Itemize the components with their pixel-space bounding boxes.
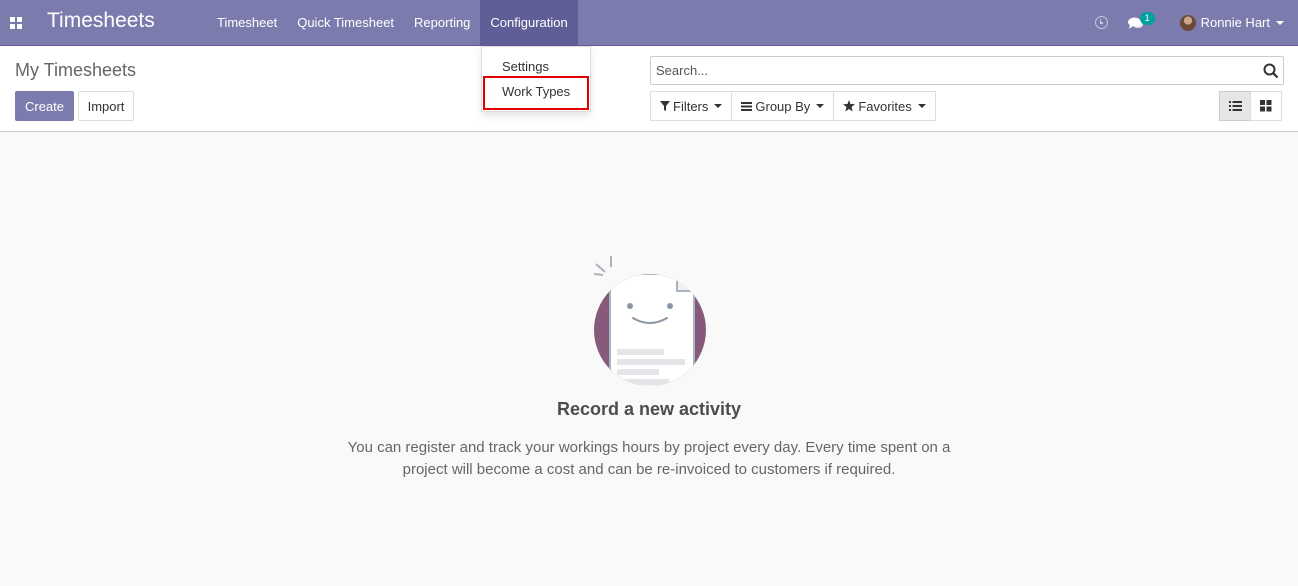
filters-label: Filters [673, 98, 709, 114]
group-by-button[interactable]: Group By [731, 91, 835, 121]
menu-configuration[interactable]: Configuration [480, 0, 578, 45]
group-by-icon [741, 101, 753, 111]
favorites-label: Favorites [858, 98, 912, 114]
unread-badge: 1 [1139, 11, 1155, 25]
group-by-label: Group By [755, 98, 811, 114]
user-menu[interactable]: Ronnie Hart [1164, 0, 1298, 45]
menu-timesheet[interactable]: Timesheet [207, 0, 287, 45]
kanban-view-icon [1260, 100, 1272, 112]
chevron-down-icon [917, 104, 926, 108]
list-view-icon [1228, 101, 1242, 111]
chevron-down-icon [714, 104, 723, 108]
empty-state: Record a new activity You can register a… [0, 132, 1298, 586]
search-options: Filters Group By Favorites [650, 91, 936, 121]
kanban-view-button[interactable] [1250, 91, 1282, 121]
create-button[interactable]: Create [15, 91, 74, 121]
configuration-dropdown: Settings Work Types [481, 46, 591, 112]
chevron-down-icon [1276, 20, 1284, 25]
clock-icon [1094, 16, 1108, 29]
control-panel: My Timesheets Create Import Filters Grou… [0, 46, 1298, 132]
menu-item-settings[interactable]: Settings [482, 54, 590, 79]
list-view-button[interactable] [1219, 91, 1251, 121]
systray: 1 Ronnie Hart [1085, 0, 1298, 45]
search-icon[interactable] [1263, 63, 1279, 79]
user-name: Ronnie Hart [1200, 15, 1270, 30]
empty-state-description: You can register and track your workings… [347, 439, 951, 478]
chevron-down-icon [816, 104, 825, 108]
favorites-button[interactable]: Favorites [833, 91, 936, 121]
filters-button[interactable]: Filters [650, 91, 733, 121]
messaging-button[interactable]: 1 [1118, 0, 1164, 45]
avatar [1179, 14, 1196, 31]
smiling-document-icon [593, 256, 706, 386]
import-button[interactable]: Import [78, 91, 134, 121]
menu-reporting[interactable]: Reporting [404, 0, 480, 45]
apps-menu-button[interactable] [0, 0, 32, 45]
apps-grid-icon [10, 16, 22, 29]
activity-button[interactable] [1085, 0, 1118, 45]
menu-quick-timesheet[interactable]: Quick Timesheet [287, 0, 404, 45]
filter-icon [660, 101, 670, 111]
app-brand[interactable]: Timesheets [47, 9, 155, 33]
search-box [650, 56, 1284, 85]
menu-item-work-types[interactable]: Work Types [482, 79, 590, 104]
top-menu: Timesheet Quick Timesheet Reporting Conf… [207, 0, 578, 45]
page-title: My Timesheets [15, 60, 137, 80]
search-input[interactable] [651, 57, 1251, 84]
star-icon [843, 100, 856, 112]
empty-state-title: Record a new activity [556, 399, 742, 419]
main-navbar: Timesheets Timesheet Quick Timesheet Rep… [0, 0, 1298, 46]
view-switcher [1219, 91, 1282, 121]
